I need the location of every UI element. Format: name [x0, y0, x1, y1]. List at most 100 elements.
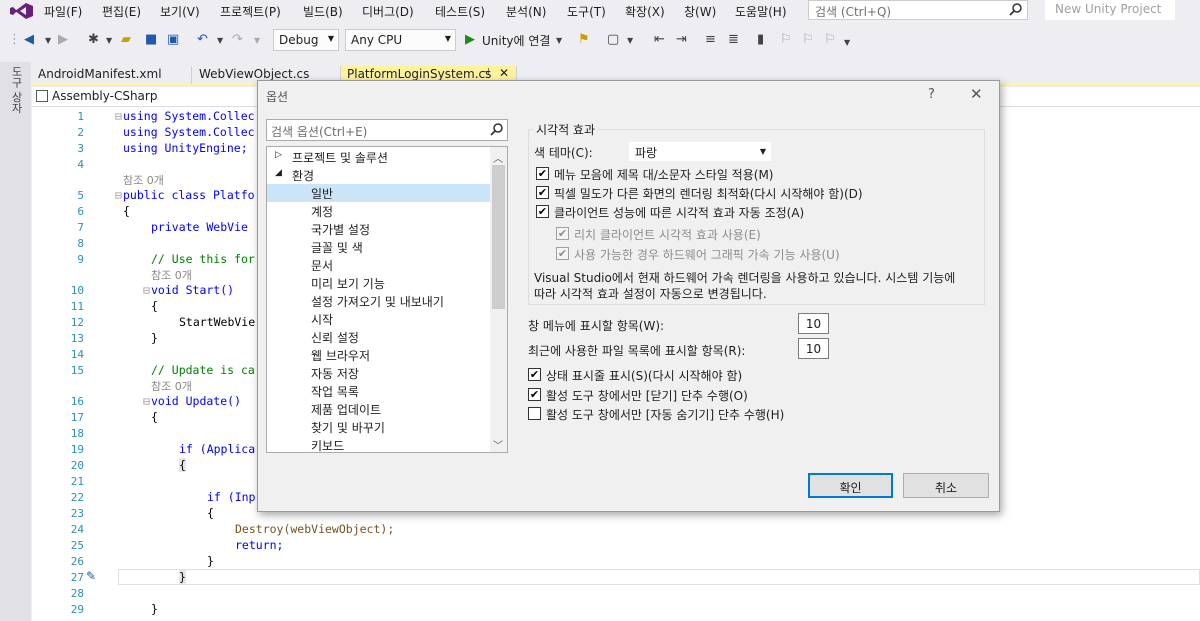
- comment-icon[interactable]: ≡: [705, 32, 716, 47]
- menu-file[interactable]: 파일(F): [44, 3, 82, 20]
- color-theme-select[interactable]: 파랑 ▼: [629, 142, 771, 161]
- step-icon[interactable]: ⇤: [654, 32, 665, 47]
- save-all-icon[interactable]: ▣: [167, 32, 179, 47]
- screenshot-icon[interactable]: ▢: [607, 32, 619, 47]
- help-button[interactable]: ?: [928, 87, 935, 102]
- window-menu-items-input[interactable]: 10: [798, 313, 829, 334]
- tree-item-task-list[interactable]: 작업 목록: [267, 382, 492, 400]
- back-dropdown-icon[interactable]: ▼: [45, 36, 51, 45]
- recent-files-input[interactable]: 10: [798, 338, 829, 359]
- tree-item-updates[interactable]: 제품 업데이트: [267, 400, 492, 418]
- fold-marker[interactable]: ⊟: [115, 109, 122, 123]
- tree-scrollbar[interactable]: ︿ ﹀: [490, 147, 507, 452]
- bookmark-icon[interactable]: ▮: [757, 32, 764, 47]
- attach-icon[interactable]: ⚑: [578, 32, 590, 47]
- autohide-active-checkbox[interactable]: [528, 407, 541, 420]
- menu-title-case-label[interactable]: 메뉴 모음에 제목 대/소문자 스타일 적용(M): [554, 166, 773, 183]
- close-button[interactable]: ✕: [970, 85, 983, 103]
- tree-item-projects[interactable]: ▷ 프로젝트 및 솔루션: [267, 148, 492, 166]
- quick-launch-search[interactable]: 검색 (Ctrl+Q): [808, 0, 1028, 20]
- reference-count[interactable]: 참조 0개: [123, 172, 164, 188]
- reference-count[interactable]: 참조 0개: [151, 267, 192, 283]
- close-active-checkbox[interactable]: ✔: [528, 388, 541, 401]
- tab-androidmanifest[interactable]: AndroidManifest.xml: [32, 66, 192, 84]
- configuration-dropdown[interactable]: Debug ▼: [273, 29, 339, 51]
- close-active-label[interactable]: 활성 도구 창에서만 [닫기] 단추 수행(O): [546, 387, 748, 404]
- quick-action-brush-icon[interactable]: ✎: [86, 569, 96, 583]
- code-line: public class Platfo: [123, 188, 255, 202]
- tree-item-keyboard[interactable]: 키보드: [267, 436, 492, 452]
- expand-arrow-icon[interactable]: ▷: [275, 150, 282, 160]
- menu-project[interactable]: 프로젝트(P): [220, 3, 281, 20]
- save-icon[interactable]: ■: [145, 32, 157, 47]
- step-over-icon[interactable]: ⇥: [676, 32, 687, 47]
- platform-dropdown[interactable]: Any CPU ▼: [345, 29, 456, 51]
- tree-item-label: 환경: [292, 169, 315, 183]
- tree-item-general[interactable]: 일반: [267, 184, 492, 202]
- screenshot-dropdown-icon[interactable]: ▼: [627, 36, 633, 45]
- new-project-icon[interactable]: ✱: [88, 32, 99, 47]
- fold-marker[interactable]: ⊟: [115, 188, 122, 202]
- ok-button[interactable]: 확인: [808, 473, 893, 498]
- tree-item-web-browser[interactable]: 웹 브라우저: [267, 346, 492, 364]
- tree-item-autosave[interactable]: 자동 저장: [267, 364, 492, 382]
- auto-visual-effects-label[interactable]: 클라이언트 성능에 따른 시각적 효과 자동 조정(A): [554, 204, 804, 221]
- menu-title-case-checkbox[interactable]: ✔: [536, 167, 549, 180]
- menu-view[interactable]: 보기(V): [160, 3, 200, 20]
- status-bar-label[interactable]: 상태 표시줄 표시(S)(다시 시작해야 함): [546, 367, 742, 384]
- run-button-label[interactable]: Unity에 연결: [482, 32, 550, 49]
- pixel-density-checkbox[interactable]: ✔: [536, 186, 549, 199]
- menu-window[interactable]: 창(W): [684, 3, 716, 20]
- undo-dropdown-icon[interactable]: ▼: [217, 36, 223, 45]
- tree-item-documents[interactable]: 문서: [267, 256, 492, 274]
- status-bar-checkbox[interactable]: ✔: [528, 368, 541, 381]
- fold-marker[interactable]: ⊟: [143, 283, 150, 297]
- close-icon[interactable]: ✕: [499, 66, 509, 80]
- toolbox-strip[interactable]: 도구 상자: [0, 62, 31, 621]
- menu-build[interactable]: 빌드(B): [303, 3, 343, 20]
- menu-debug[interactable]: 디버그(D): [362, 3, 414, 20]
- tree-item-preview[interactable]: 미리 보기 기능: [267, 274, 492, 292]
- tree-item-find-replace[interactable]: 찾기 및 바꾸기: [267, 418, 492, 436]
- pixel-density-label[interactable]: 픽셀 밀도가 다른 화면의 렌더링 최적화(다시 시작해야 함)(D): [554, 185, 863, 202]
- collapse-arrow-icon[interactable]: ◢: [275, 168, 282, 178]
- pin-icon[interactable]: ⊣: [481, 67, 490, 78]
- auto-visual-effects-checkbox[interactable]: ✔: [536, 205, 549, 218]
- tree-item-international[interactable]: 국가별 설정: [267, 220, 492, 238]
- back-icon[interactable]: ◀: [24, 32, 34, 47]
- prev-bookmark-icon[interactable]: ⚐: [780, 32, 792, 47]
- scroll-down-icon[interactable]: ﹀: [493, 437, 503, 452]
- tree-item-import-export[interactable]: 설정 가져오기 및 내보내기: [267, 292, 492, 310]
- menu-test[interactable]: 테스트(S): [435, 3, 485, 20]
- forward-icon[interactable]: ▶: [58, 32, 68, 47]
- scrollbar-thumb[interactable]: [492, 165, 505, 309]
- menu-help[interactable]: 도움말(H): [735, 3, 787, 20]
- new-dropdown-icon[interactable]: ▼: [106, 36, 112, 45]
- tree-item-environment[interactable]: ◢ 환경: [267, 166, 492, 184]
- scroll-up-icon[interactable]: ︿: [493, 150, 503, 165]
- tree-item-startup[interactable]: 시작: [267, 310, 492, 328]
- menu-extensions[interactable]: 확장(X): [625, 3, 665, 20]
- clear-bookmarks-icon[interactable]: ⚐: [824, 32, 836, 47]
- run-dropdown-icon[interactable]: ▼: [556, 36, 562, 45]
- undo-icon[interactable]: ↶: [197, 32, 208, 47]
- redo-icon[interactable]: ↷: [232, 32, 243, 47]
- open-folder-icon[interactable]: ▰: [121, 32, 131, 47]
- tree-item-accounts[interactable]: 계정: [267, 202, 492, 220]
- tree-item-trust[interactable]: 신뢰 설정: [267, 328, 492, 346]
- tree-item-fonts-colors[interactable]: 글꼴 및 색: [267, 238, 492, 256]
- menu-analyze[interactable]: 분석(N): [506, 3, 546, 20]
- menu-edit[interactable]: 편집(E): [102, 3, 141, 20]
- fold-marker[interactable]: ⊟: [143, 394, 150, 408]
- reference-count[interactable]: 참조 0개: [151, 378, 192, 394]
- play-icon[interactable]: ▶: [465, 32, 475, 47]
- toolbar-overflow-icon[interactable]: ▼: [844, 38, 850, 47]
- uncomment-icon[interactable]: ≣: [728, 32, 739, 47]
- toolbox-label[interactable]: 도구 상자: [8, 66, 24, 114]
- cancel-button[interactable]: 취소: [903, 473, 989, 498]
- next-bookmark-icon[interactable]: ⚐: [802, 32, 814, 47]
- redo-dropdown-icon[interactable]: ▼: [254, 36, 260, 45]
- menu-tools[interactable]: 도구(T): [567, 3, 606, 20]
- options-search-input[interactable]: 검색 옵션(Ctrl+E): [266, 119, 508, 141]
- autohide-active-label[interactable]: 활성 도구 창에서만 [자동 숨기기] 단추 수행(H): [546, 406, 784, 423]
